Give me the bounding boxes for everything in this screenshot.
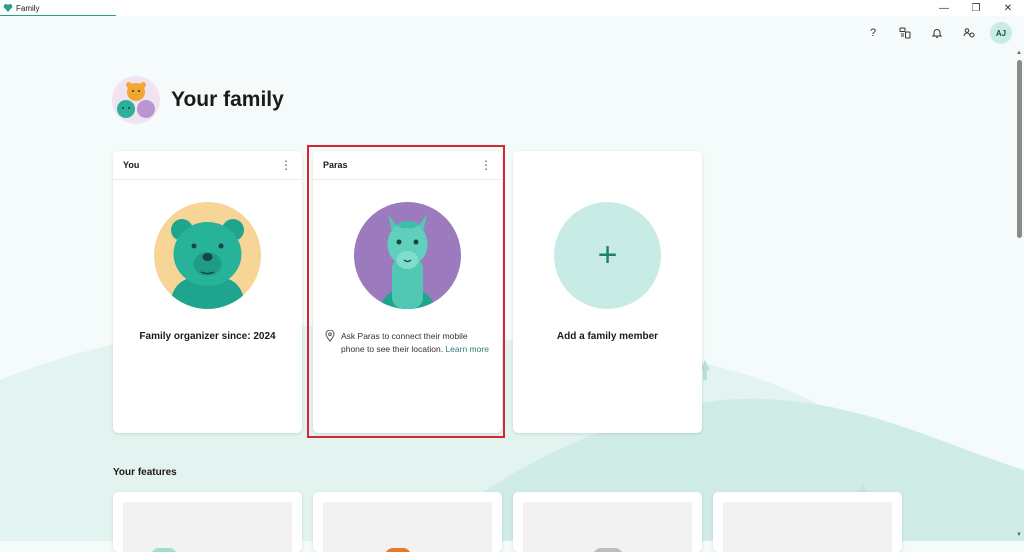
feature-card-preview — [523, 502, 692, 552]
header-toolbar: ? AJ — [862, 22, 1012, 44]
member-name: You — [123, 160, 140, 170]
feature-illustration — [151, 548, 177, 552]
family-app-icon — [3, 4, 13, 12]
help-button[interactable]: ? — [862, 22, 884, 44]
feature-card[interactable] — [113, 492, 302, 552]
features-heading: Your features — [113, 467, 177, 478]
feature-card[interactable] — [313, 492, 502, 552]
family-header: Your family — [112, 76, 284, 124]
selection-highlight — [307, 145, 505, 438]
member-card-you[interactable]: You ⋮ Family organizer since: 2024 — [113, 151, 302, 433]
feature-card-preview — [123, 502, 292, 552]
title-underline — [0, 15, 116, 16]
feature-card[interactable] — [513, 492, 702, 552]
feature-card[interactable] — [713, 492, 902, 552]
feature-card-preview — [323, 502, 492, 552]
more-options-icon[interactable]: ⋮ — [280, 159, 292, 171]
app-title: Family — [16, 3, 40, 13]
feature-illustration — [593, 548, 623, 552]
add-icon: + — [597, 236, 618, 274]
account-avatar-button[interactable]: AJ — [990, 22, 1012, 44]
notifications-button[interactable] — [926, 22, 948, 44]
family-group-avatar — [112, 76, 160, 124]
minimize-button[interactable]: — — [928, 0, 960, 16]
member-card-header: You ⋮ — [113, 151, 302, 180]
notifications-icon — [931, 29, 943, 38]
add-member-card[interactable]: + Add a family member — [513, 151, 702, 433]
family-settings-button[interactable] — [958, 22, 980, 44]
family-settings-icon — [963, 28, 975, 38]
organizer-caption: Family organizer since: 2024 — [139, 331, 276, 342]
window-controls: — ❐ ✕ — [928, 0, 1024, 16]
maximize-button[interactable]: ❐ — [960, 0, 992, 16]
scroll-down-arrow[interactable]: ▼ — [1016, 532, 1022, 538]
devices-button[interactable] — [894, 22, 916, 44]
feature-card-preview — [723, 502, 892, 552]
feature-illustration — [385, 548, 411, 552]
title-bar: Family — ❐ ✕ — [0, 0, 1024, 16]
scrollbar-thumb[interactable] — [1017, 60, 1022, 238]
add-member-label: Add a family member — [556, 331, 659, 342]
bear-avatar — [154, 202, 261, 309]
help-icon: ? — [869, 27, 877, 39]
page-title: Your family — [171, 88, 284, 111]
devices-icon — [899, 27, 911, 39]
close-button[interactable]: ✕ — [992, 0, 1024, 16]
scroll-up-arrow[interactable]: ▲ — [1016, 50, 1022, 56]
